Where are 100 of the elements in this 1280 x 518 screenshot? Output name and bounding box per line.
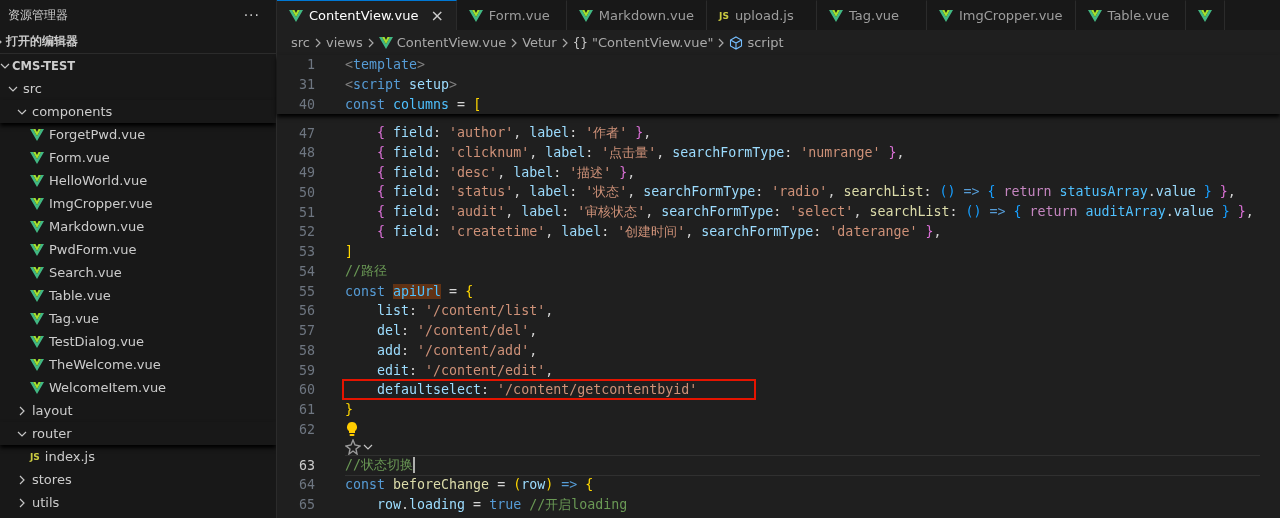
- chevron-right-icon: [366, 37, 375, 48]
- vue-icon: [378, 36, 393, 49]
- file-name[interactable]: TheWelcome.vue: [49, 357, 161, 372]
- vue-icon: [30, 243, 44, 256]
- line-number: 53: [298, 244, 315, 260]
- code-line: const apiUrl = {: [345, 283, 474, 299]
- file-name[interactable]: WelcomeItem.vue: [49, 380, 167, 395]
- file-name[interactable]: Table.vue: [49, 288, 111, 303]
- vue-icon: [289, 9, 303, 22]
- chevron-right-icon[interactable]: [17, 497, 27, 508]
- text-cursor: [413, 457, 415, 474]
- folder-name[interactable]: src: [23, 81, 42, 96]
- js-icon: JS: [30, 451, 40, 462]
- section-header[interactable]: 打开的编辑器: [6, 34, 78, 49]
- line-number: 40: [298, 96, 315, 112]
- line-number: 49: [298, 165, 315, 181]
- line-number: 61: [298, 402, 315, 418]
- vue-icon: [578, 9, 593, 22]
- code-line: { field: 'createtime', label: '创建时间', searchFormType: 'daterange' },: [376, 222, 942, 241]
- code-line: { field: 'clicknum', label: '点击量', searchFormType: 'numrange' },: [376, 143, 905, 162]
- line-number: 63: [298, 457, 315, 473]
- vue-icon: [30, 151, 44, 164]
- code-line: { field: 'author', label: '作者' },: [376, 124, 652, 143]
- chevron-right-icon: [717, 37, 726, 48]
- vue-icon: [468, 9, 483, 22]
- line-number: 59: [298, 362, 315, 378]
- outlined-code-line: defaultselect: '/content/getcontentbyid': [345, 382, 754, 398]
- js-icon: JS: [719, 10, 729, 21]
- vue-icon: [829, 9, 844, 22]
- line-number: 47: [298, 125, 315, 141]
- sparkle-logo-icon[interactable]: [345, 439, 361, 456]
- file-name[interactable]: ImgCropper.vue: [49, 196, 153, 211]
- file-name[interactable]: Form.vue: [49, 150, 110, 165]
- code-line: { field: 'audit', label: '审核状态', searchFormType: 'select', searchList: () => { return auditArray.value } },: [376, 203, 1254, 222]
- vue-icon: [30, 335, 44, 348]
- line-number: 48: [298, 145, 315, 161]
- code-line: { field: 'desc', label: '描述' },: [376, 163, 636, 182]
- folder-name[interactable]: layout: [32, 403, 73, 418]
- line-number: 55: [298, 283, 315, 299]
- chevron-right-icon[interactable]: [17, 474, 27, 485]
- breadcrumb-item[interactable]: views: [326, 35, 363, 50]
- code-line: <script setup>: [345, 77, 458, 93]
- folder-name[interactable]: router: [32, 426, 72, 441]
- chevron-right-icon: [314, 37, 322, 48]
- folder-name[interactable]: utils: [32, 495, 60, 510]
- file-name[interactable]: Search.vue: [49, 265, 122, 280]
- breadcrumb-item[interactable]: Vetur: [522, 35, 557, 50]
- line-number: 64: [298, 477, 315, 493]
- vue-icon: [1197, 9, 1212, 22]
- chevron-right-icon[interactable]: [17, 405, 27, 416]
- breadcrumb-item[interactable]: script: [747, 35, 784, 50]
- line-number: 52: [298, 224, 315, 240]
- file-name[interactable]: Tag.vue: [49, 311, 100, 326]
- breadcrumb-item[interactable]: src: [291, 35, 310, 50]
- chevron-right-icon: [560, 37, 569, 48]
- chevron-right-icon: [510, 37, 519, 48]
- vue-icon: [30, 266, 44, 279]
- file-name[interactable]: PwdForm.vue: [49, 242, 137, 257]
- code-line: //状态切换: [345, 456, 413, 475]
- code-line: const beforeChange = (row) => {: [345, 477, 594, 493]
- line-number: 58: [298, 342, 315, 358]
- vue-icon: [30, 197, 44, 210]
- folder-name[interactable]: stores: [32, 472, 72, 487]
- vue-icon: [30, 381, 44, 394]
- line-number: 57: [298, 323, 315, 339]
- braces-icon: {}: [572, 35, 588, 50]
- code-line: const columns = [: [345, 96, 482, 112]
- vue-icon: [30, 128, 44, 141]
- vue-icon: [30, 174, 44, 187]
- line-number: 56: [298, 303, 315, 319]
- code-line: //路径: [345, 262, 387, 281]
- code-line: }: [345, 402, 353, 418]
- file-name[interactable]: ForgetPwd.vue: [49, 127, 146, 142]
- line-number: 62: [298, 421, 315, 437]
- code-line: <template>: [345, 57, 426, 73]
- code-line: edit: '/content/edit',: [376, 362, 554, 378]
- more-actions-button[interactable]: ···: [243, 7, 260, 23]
- breadcrumb-item[interactable]: ContentView.vue: [396, 35, 507, 50]
- line-number: 65: [298, 497, 315, 513]
- line-number: 50: [298, 184, 315, 200]
- line-number: 51: [298, 204, 315, 220]
- line-number: 31: [298, 77, 315, 93]
- line-number: 1: [306, 57, 315, 73]
- vue-icon: [30, 312, 44, 325]
- editor-tab[interactable]: ContentView.vue ×: [277, 0, 457, 30]
- code-line: row.loading = true //开启loading: [376, 495, 628, 514]
- file-name[interactable]: TestDialog.vue: [49, 334, 145, 349]
- code-line: list: '/content/list',: [376, 303, 554, 319]
- code-line: { field: 'status', label: '状态', searchFormType: 'radio', searchList: () => { return statusArray.value } },: [376, 183, 1236, 202]
- breadcrumb-item[interactable]: "ContentView.vue": [592, 35, 714, 50]
- section-header[interactable]: CMS-TEST: [12, 58, 76, 73]
- lightbulb-icon[interactable]: [345, 421, 359, 438]
- file-name[interactable]: Markdown.vue: [49, 219, 145, 234]
- vue-icon: [939, 9, 954, 22]
- code-line: del: '/content/del',: [376, 323, 538, 339]
- vue-icon: [30, 358, 44, 371]
- file-name[interactable]: index.js: [44, 449, 95, 464]
- folder-name[interactable]: components: [32, 104, 113, 119]
- close-icon[interactable]: ×: [430, 6, 444, 25]
- file-name[interactable]: HelloWorld.vue: [49, 173, 148, 188]
